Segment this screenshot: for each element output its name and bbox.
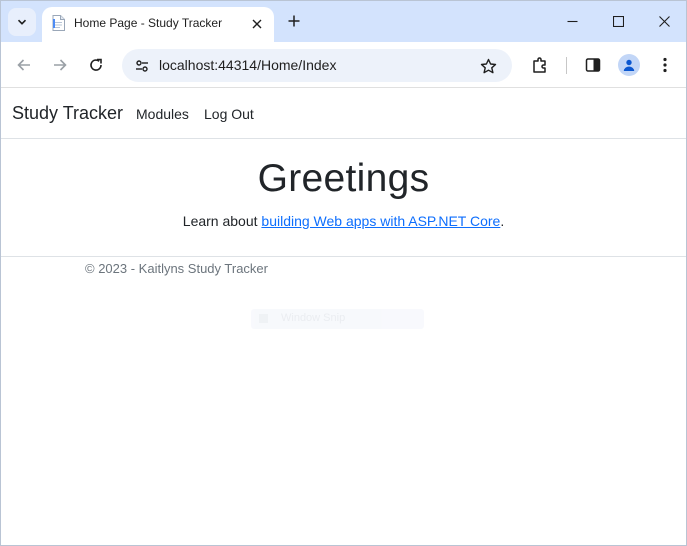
plus-icon	[288, 15, 300, 27]
arrow-right-icon	[54, 59, 67, 71]
snip-overlay-label: Window Snip	[281, 312, 346, 324]
avatar	[618, 54, 640, 76]
side-panel-button[interactable]	[579, 51, 607, 79]
tab-title: Home Page - Study Tracker	[74, 16, 223, 30]
maximize-button[interactable]	[595, 1, 641, 42]
maximize-icon	[612, 16, 624, 27]
menu-button[interactable]	[651, 51, 679, 79]
reload-button[interactable]	[82, 51, 110, 79]
new-tab-button[interactable]	[283, 10, 305, 32]
tab-strip: Home Page - Study Tracker	[1, 1, 686, 42]
snip-icon	[259, 314, 268, 323]
puzzle-icon	[533, 57, 546, 73]
tab-search-button[interactable]	[8, 8, 36, 36]
tab-home-page[interactable]: Home Page - Study Tracker	[42, 7, 274, 42]
back-button[interactable]	[10, 51, 38, 79]
intro-text: Learn about building Web apps with ASP.N…	[1, 213, 686, 229]
star-icon	[480, 58, 496, 73]
minimize-icon	[567, 20, 577, 23]
nav-link-modules[interactable]: Modules	[136, 106, 189, 122]
person-icon	[623, 59, 635, 71]
site-brand-link[interactable]: Study Tracker	[12, 103, 123, 124]
profile-button[interactable]	[615, 51, 643, 79]
aspnet-docs-link[interactable]: building Web apps with ASP.NET Core	[261, 213, 500, 229]
browser-toolbar: localhost:44314/Home/Index	[1, 42, 686, 88]
url-text[interactable]: localhost:44314/Home/Index	[159, 57, 336, 73]
forward-button[interactable]	[46, 51, 74, 79]
close-window-button[interactable]	[641, 1, 686, 42]
address-bar[interactable]: localhost:44314/Home/Index	[122, 49, 512, 82]
chevron-down-icon	[17, 19, 27, 25]
intro-suffix: .	[500, 213, 505, 229]
site-navbar: Study Tracker Modules Log Out	[1, 89, 686, 139]
bookmark-button[interactable]	[476, 54, 500, 78]
site-footer: © 2023 - Kaitlyns Study Tracker	[85, 261, 268, 276]
extensions-button[interactable]	[526, 51, 554, 79]
side-panel-icon	[585, 58, 601, 72]
arrow-left-icon	[17, 59, 30, 71]
intro-prefix: Learn about	[182, 213, 262, 229]
footer-divider	[1, 256, 686, 257]
more-vert-icon	[663, 57, 667, 73]
site-info-button[interactable]	[130, 54, 154, 78]
close-icon	[252, 19, 262, 29]
tab-close-button[interactable]	[248, 15, 266, 33]
welcome-section: Greetings Learn about building Web apps …	[1, 157, 686, 229]
toolbar-divider	[566, 57, 567, 74]
browser-window: Home Page - Study Tracker localhost:4431…	[0, 0, 687, 546]
snip-overlay: Window Snip	[251, 309, 424, 329]
page-favicon-icon	[52, 15, 65, 31]
minimize-button[interactable]	[549, 1, 595, 42]
page-content: Study Tracker Modules Log Out Greetings …	[1, 89, 686, 545]
close-icon	[658, 16, 670, 27]
nav-link-log-out[interactable]: Log Out	[204, 106, 254, 122]
tune-icon	[136, 60, 148, 72]
page-heading: Greetings	[257, 157, 430, 200]
reload-icon	[90, 58, 102, 71]
